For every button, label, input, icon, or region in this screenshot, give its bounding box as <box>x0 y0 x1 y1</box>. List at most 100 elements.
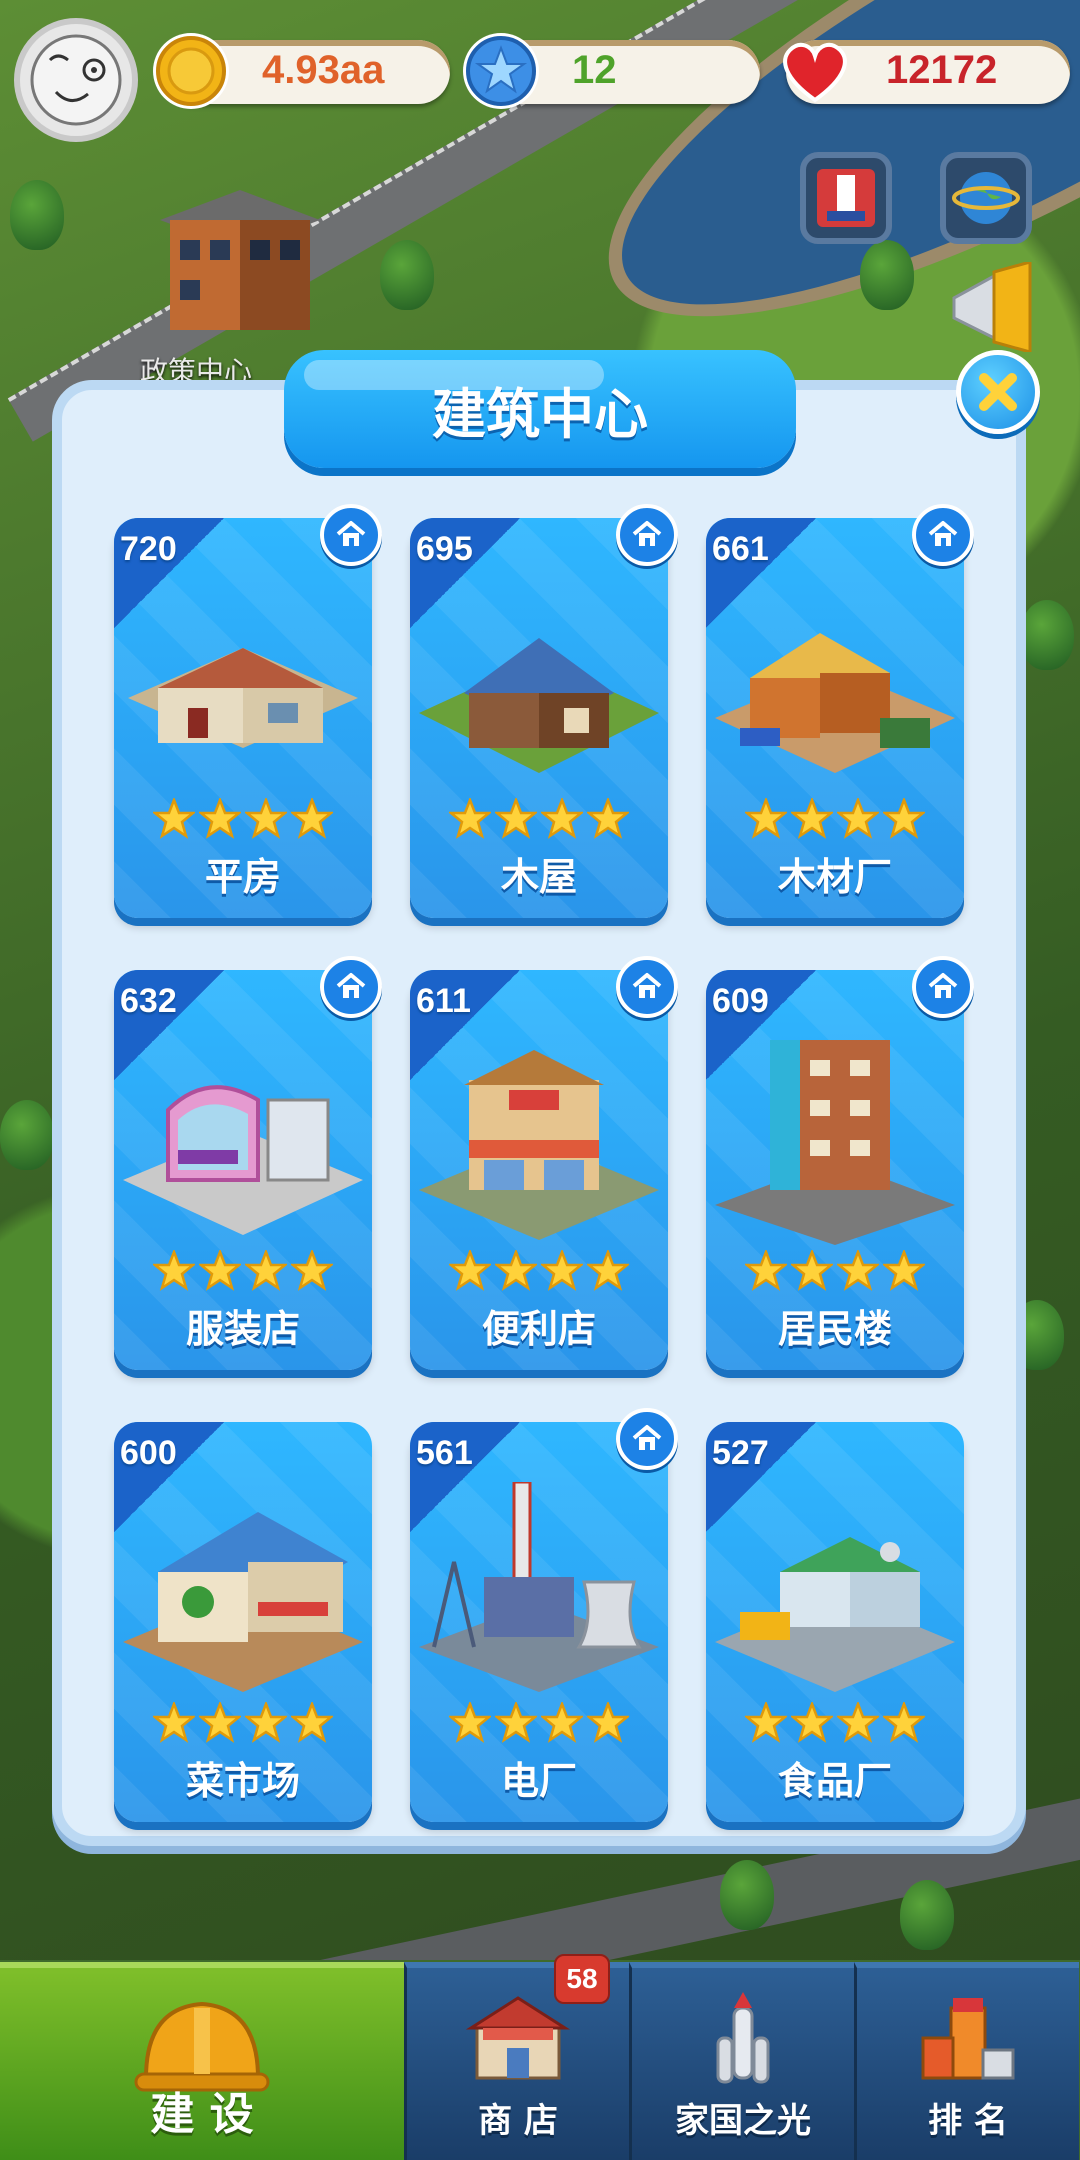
event-button[interactable] <box>800 152 892 244</box>
building-level: 561 <box>416 1434 473 1472</box>
home-icon <box>632 1425 662 1450</box>
home-button[interactable] <box>320 504 382 566</box>
building-illustration <box>715 633 955 773</box>
gold-star-icon <box>199 1702 241 1743</box>
close-icon <box>979 373 1017 411</box>
nav-homeland-label: 家国之光 <box>675 2101 811 2141</box>
gold-star-icon <box>541 1250 583 1291</box>
gold-star-icon <box>541 1702 583 1743</box>
gold-star-icon <box>449 1250 491 1291</box>
gold-star-icon <box>791 1702 833 1743</box>
building-illustration <box>715 1040 955 1245</box>
star-rating <box>706 1702 964 1744</box>
home-button[interactable] <box>320 956 382 1018</box>
gold-star-icon <box>495 798 537 839</box>
gold-star-icon <box>883 1702 925 1743</box>
gold-star-icon <box>837 1702 879 1743</box>
gold-star-icon <box>291 1702 333 1743</box>
nav-shop-label: 商 店 <box>478 2101 558 2141</box>
player-avatar[interactable] <box>14 18 138 142</box>
gold-star-icon <box>153 1702 195 1743</box>
gold-star-icon <box>837 798 879 839</box>
home-button[interactable] <box>912 504 974 566</box>
building-card[interactable]: 611 便利店 <box>410 956 678 1370</box>
nav-build-label: 建 设 <box>150 2089 254 2140</box>
home-button[interactable] <box>616 504 678 566</box>
event-poster-icon <box>817 169 875 227</box>
home-button[interactable] <box>616 1408 678 1470</box>
building-card[interactable]: 720 平房 <box>114 504 382 918</box>
gold-star-icon <box>245 1250 287 1291</box>
building-level: 661 <box>712 530 769 568</box>
home-icon <box>928 973 958 998</box>
gold-star-icon <box>291 1250 333 1291</box>
building-level: 611 <box>416 982 471 1020</box>
star-rating <box>114 1250 372 1292</box>
policy-center-building[interactable] <box>150 180 330 350</box>
rocket-icon <box>716 1992 770 2084</box>
star-counter[interactable]: 12 <box>463 33 760 109</box>
star-rating <box>114 1702 372 1744</box>
tree <box>860 240 914 310</box>
home-icon <box>632 521 662 546</box>
building-illustration <box>715 1537 955 1692</box>
world-button[interactable] <box>940 152 1032 244</box>
building-name: 食品厂 <box>777 1759 892 1803</box>
building-card[interactable]: 561 电厂 <box>410 1408 678 1822</box>
star-rating <box>410 1702 668 1744</box>
gold-star-icon <box>245 798 287 839</box>
gold-star-icon <box>587 1702 629 1743</box>
tree <box>1020 600 1074 670</box>
building-name: 平房 <box>204 855 281 899</box>
home-button[interactable] <box>616 956 678 1018</box>
building-level: 695 <box>416 530 473 568</box>
tree <box>0 1100 54 1170</box>
heart-counter[interactable]: 12172 <box>783 40 1070 104</box>
gold-star-icon <box>791 1250 833 1291</box>
gold-star-icon <box>199 1250 241 1291</box>
building-card[interactable]: 609 居民楼 <box>706 956 974 1370</box>
building-card[interactable]: 600 菜市场 <box>114 1422 372 1822</box>
building-name: 居民楼 <box>777 1307 892 1351</box>
gold-star-icon <box>837 1250 879 1291</box>
gold-coin-icon <box>153 33 229 109</box>
nav-rank-tab[interactable]: 排 名 <box>854 1962 1079 2160</box>
gold-star-icon <box>883 1250 925 1291</box>
gold-star-icon <box>449 798 491 839</box>
building-card[interactable]: 527 食品厂 <box>706 1422 964 1822</box>
building-name: 木屋 <box>500 855 577 899</box>
gold-star-icon <box>495 1250 537 1291</box>
building-illustration <box>123 1512 363 1692</box>
gold-star-icon <box>745 1702 787 1743</box>
gold-star-icon <box>153 798 195 839</box>
building-illustration <box>419 1050 659 1240</box>
home-icon <box>632 973 662 998</box>
star-value: 12 <box>572 48 617 92</box>
building-card[interactable]: 695 木屋 <box>410 504 678 918</box>
gold-star-icon <box>541 798 583 839</box>
home-icon <box>336 521 366 546</box>
gold-star-icon <box>495 1702 537 1743</box>
heart-value: 12172 <box>886 48 998 92</box>
gold-star-icon <box>791 798 833 839</box>
megaphone-icon[interactable] <box>940 262 1040 352</box>
nav-build-tab[interactable]: 建 设 <box>0 1962 404 2160</box>
building-level: 527 <box>712 1434 769 1472</box>
close-button[interactable] <box>956 350 1040 434</box>
blue-star-icon <box>463 33 539 109</box>
building-card[interactable]: 632 服装店 <box>114 956 382 1370</box>
nav-homeland-tab[interactable]: 家国之光 <box>629 1962 854 2160</box>
tree <box>720 1860 774 1930</box>
star-rating <box>706 798 964 840</box>
home-button[interactable] <box>912 956 974 1018</box>
coin-counter[interactable]: 4.93aa <box>153 33 450 109</box>
bottom-nav-bar: 建 设 商 店 家国之光 排 名 <box>0 1962 1080 2160</box>
home-icon <box>928 521 958 546</box>
gold-star-icon <box>199 798 241 839</box>
building-card[interactable]: 661 木材厂 <box>706 504 974 918</box>
star-rating <box>706 1250 964 1292</box>
building-illustration <box>419 1482 659 1692</box>
tree <box>10 180 64 250</box>
ranking-podium-icon <box>921 1998 1015 2080</box>
building-level: 632 <box>120 982 177 1020</box>
